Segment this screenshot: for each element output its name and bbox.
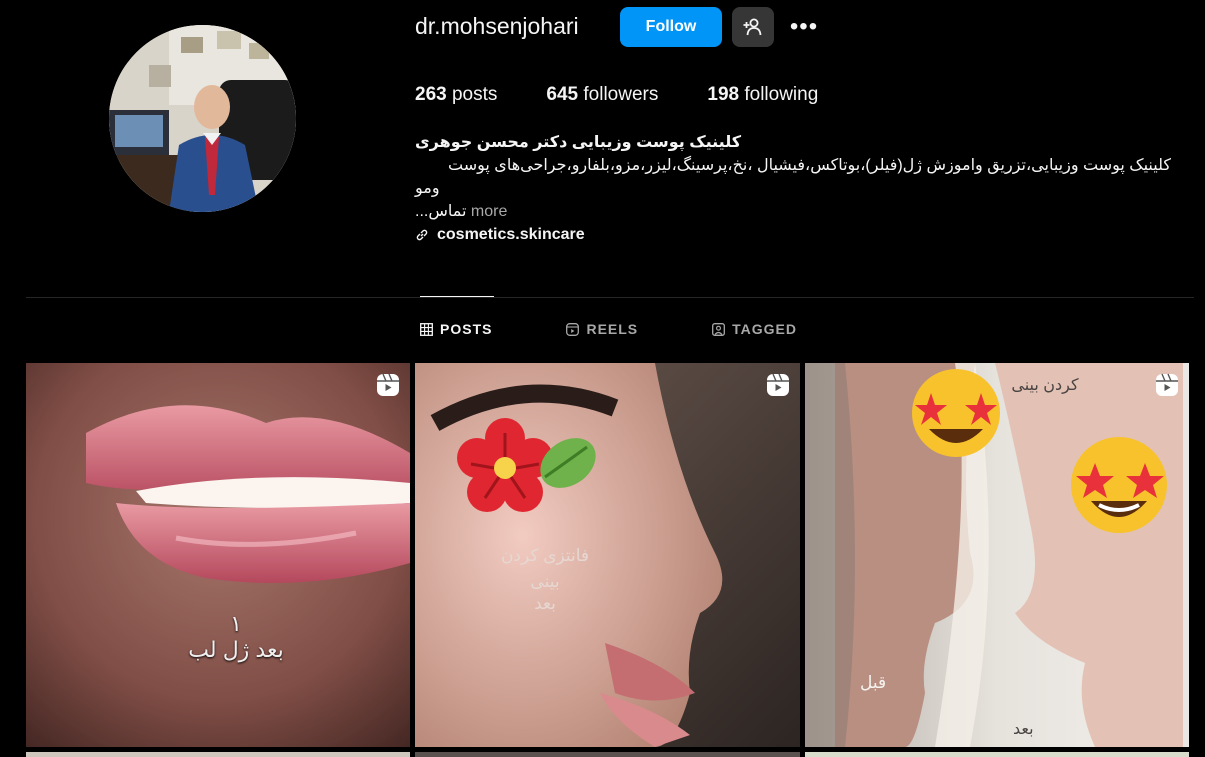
- bio-name: کلینیک پوست وزیبایی دکتر محسن جوهری: [415, 134, 742, 151]
- reel-icon: [767, 373, 789, 396]
- add-person-icon: [743, 18, 762, 36]
- link-icon: [416, 229, 428, 240]
- post-image-lips: [26, 363, 410, 747]
- following-stat[interactable]: 198 following: [707, 84, 818, 106]
- post-caption-1: فانتزی کردن: [500, 546, 590, 565]
- more-options-button[interactable]: •••: [787, 10, 821, 44]
- suggested-accounts-button[interactable]: [732, 7, 774, 47]
- bio-link-row[interactable]: cosmetics.skincare: [415, 223, 1185, 246]
- avatar-photo: [109, 25, 296, 212]
- post-caption-number: ١: [230, 611, 242, 636]
- bio-line-2: ومو: [415, 180, 440, 197]
- profile-stats: 263 posts 645 followers 198 following: [415, 84, 867, 106]
- profile-username: dr.mohsenjohari: [415, 13, 579, 39]
- star-struck-emoji-icon: [912, 369, 1000, 457]
- followers-stat[interactable]: 645 followers: [546, 84, 658, 106]
- grid-icon: [420, 322, 433, 336]
- tagged-icon: [712, 322, 726, 336]
- bio-link[interactable]: cosmetics.skincare: [437, 223, 585, 246]
- tab-posts[interactable]: POSTS: [420, 321, 492, 337]
- followers-count: 645: [546, 84, 579, 105]
- followers-label: followers: [583, 84, 659, 105]
- tab-reels[interactable]: REELS: [566, 321, 638, 337]
- post-tile[interactable]: کردن بینی قبل بعد: [805, 363, 1189, 747]
- post-tile[interactable]: فانتزی کردن بینی بعد: [415, 363, 800, 747]
- reel-icon: [377, 373, 399, 396]
- tab-posts-label: POSTS: [440, 321, 493, 337]
- post-caption: بعد ژل لب: [188, 637, 284, 662]
- post-caption-before: قبل: [860, 673, 887, 692]
- post-caption-after: بعد: [1013, 721, 1034, 738]
- following-count: 198: [707, 84, 740, 105]
- star-struck-emoji-icon: [1071, 437, 1167, 533]
- posts-stat: 263 posts: [415, 84, 497, 106]
- following-label: following: [744, 84, 819, 105]
- post-tile[interactable]: [26, 752, 410, 757]
- follow-button[interactable]: Follow: [620, 7, 722, 47]
- profile-avatar[interactable]: [109, 25, 296, 212]
- tab-reels-label: REELS: [586, 321, 639, 337]
- reel-icon: [1156, 373, 1178, 396]
- bio-line-1: کلینیک پوست وزیبایی،تزریق واموزش ژل(فیلر…: [448, 157, 1171, 174]
- tab-tagged-label: TAGGED: [732, 321, 798, 337]
- active-tab-indicator: [420, 296, 494, 297]
- post-caption-3: بعد: [534, 594, 556, 613]
- bio-line-3-row: تماس... more: [415, 200, 1185, 223]
- reels-icon: [566, 322, 580, 336]
- post-tile[interactable]: [805, 752, 1189, 757]
- posts-label: posts: [451, 84, 498, 105]
- bio-line-3: تماس...: [415, 203, 467, 220]
- tabs-divider: [26, 297, 1194, 298]
- post-tile[interactable]: ١ بعد ژل لب: [26, 363, 410, 747]
- posts-count: 263: [415, 84, 447, 105]
- profile-bio: کلینیک پوست وزیبایی دکتر محسن جوهری کلین…: [415, 131, 1185, 246]
- post-caption-2: بینی: [530, 572, 560, 591]
- post-tile[interactable]: [415, 752, 800, 757]
- tab-tagged[interactable]: TAGGED: [712, 321, 797, 337]
- profile-tabs: POSTS REELS TAGGED: [420, 321, 871, 337]
- bio-more-link[interactable]: more: [471, 203, 507, 220]
